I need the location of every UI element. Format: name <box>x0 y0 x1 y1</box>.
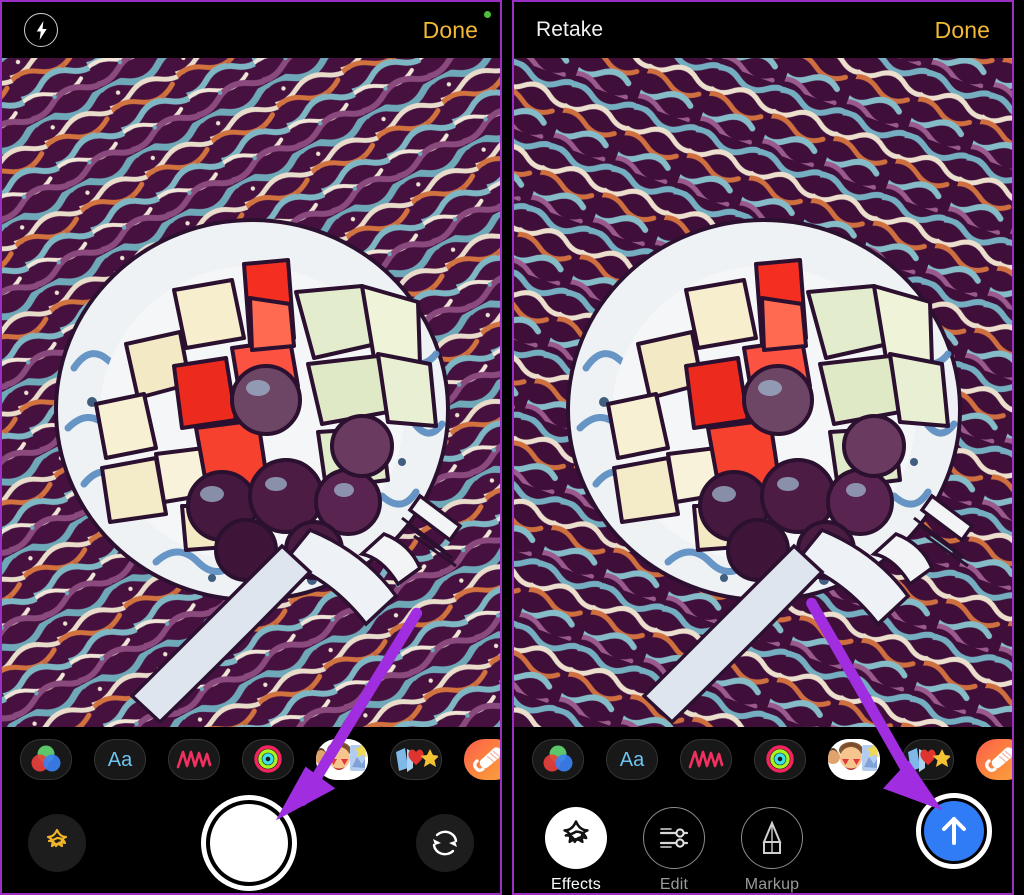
filters-icon[interactable] <box>20 738 72 780</box>
review-actions-row: Effects Edit Markup <box>514 789 1012 893</box>
effects-button-label: Effects <box>550 876 602 893</box>
markup-button-label: Markup <box>744 876 800 893</box>
done-button[interactable]: Done <box>935 17 990 44</box>
music-icon[interactable] <box>976 738 1012 780</box>
stickers-icon[interactable] <box>390 738 442 780</box>
shutter-button[interactable] <box>201 795 297 891</box>
flash-bolt-icon[interactable] <box>24 13 58 47</box>
svg-text:Aa: Aa <box>108 749 133 771</box>
text-aa-icon[interactable]: Aa <box>606 738 658 780</box>
retake-button[interactable]: Retake <box>536 18 603 42</box>
filters-icon[interactable] <box>532 738 584 780</box>
shutter-inner <box>210 804 288 882</box>
effects-button[interactable]: Effects <box>544 807 608 893</box>
effects-strip: Aa <box>514 733 1012 785</box>
camera-top-bar: Done <box>2 2 500 58</box>
stickers-icon[interactable] <box>902 738 954 780</box>
sliders-icon <box>643 807 705 869</box>
shapes-icon[interactable] <box>168 738 220 780</box>
svg-text:Aa: Aa <box>620 749 645 771</box>
captured-photo <box>514 58 1012 727</box>
capture-controls-row <box>2 789 500 893</box>
camera-bottom-controls: Aa <box>2 727 500 893</box>
shapes-icon[interactable] <box>680 738 732 780</box>
activity-rings-icon[interactable] <box>754 738 806 780</box>
arrow-up-icon <box>924 801 984 861</box>
photo-review-panel: Retake Done Aa Effects Edit Markup <box>512 0 1014 895</box>
marker-pen-icon <box>741 807 803 869</box>
send-button[interactable] <box>916 793 992 869</box>
music-icon[interactable] <box>464 738 500 780</box>
edit-button[interactable]: Edit <box>642 807 706 893</box>
comparison-screenshot: Done Aa Retake Done Aa Effects Edit Mark… <box>0 0 1024 895</box>
flip-camera-icon[interactable] <box>416 814 474 872</box>
effects-star-icon[interactable] <box>28 814 86 872</box>
effects-strip: Aa <box>2 733 500 785</box>
activity-rings-icon[interactable] <box>242 738 294 780</box>
review-bottom-controls: Aa Effects Edit Markup <box>514 727 1012 893</box>
camera-capture-panel: Done Aa <box>0 0 502 895</box>
markup-button[interactable]: Markup <box>740 807 804 893</box>
edit-button-label: Edit <box>659 876 689 893</box>
camera-preview-photo <box>2 58 500 727</box>
done-button[interactable]: Done <box>423 17 478 44</box>
recording-indicator-dot <box>484 11 491 18</box>
effects-star-icon <box>545 807 607 869</box>
text-aa-icon[interactable]: Aa <box>94 738 146 780</box>
memoji-icon[interactable] <box>316 738 368 780</box>
memoji-icon[interactable] <box>828 738 880 780</box>
review-top-bar: Retake Done <box>514 2 1012 58</box>
